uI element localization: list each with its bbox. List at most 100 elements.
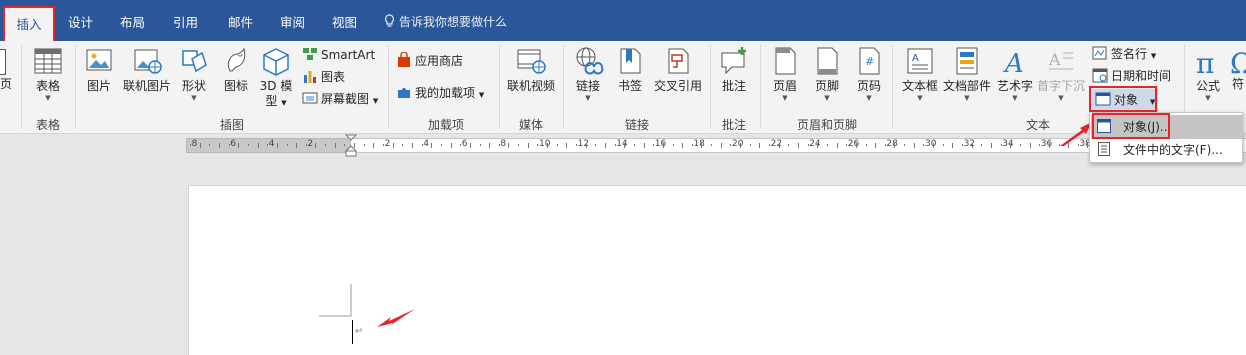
- ruler-tick: [769, 144, 770, 146]
- online-picture-button[interactable]: 联机图片: [120, 45, 174, 94]
- text-box-button[interactable]: A 文本框 ▼: [900, 45, 940, 103]
- store-button[interactable]: 应用商店: [396, 51, 463, 71]
- ruler-tick: [1010, 142, 1012, 148]
- ruler-tick: [296, 142, 298, 148]
- menu-item-text-from-file[interactable]: 文件中的文字(F)...: [1091, 138, 1242, 162]
- tab-review[interactable]: 审阅: [280, 6, 305, 39]
- svg-text:A: A: [912, 53, 919, 64]
- ruler-number: 18: [693, 139, 705, 149]
- paragraph-mark: ↵: [355, 326, 364, 337]
- tab-design[interactable]: 设计: [68, 6, 93, 39]
- tab-insert[interactable]: 插入: [3, 6, 55, 41]
- equation-button[interactable]: π 公式 ▼: [1190, 45, 1226, 103]
- menu-item-object[interactable]: 对象(J)...: [1091, 115, 1242, 139]
- tab-layout[interactable]: 布局: [120, 6, 145, 39]
- chart-button[interactable]: 图表: [302, 67, 345, 87]
- ruler-number: 26: [847, 139, 860, 149]
- shapes-button[interactable]: 形状 ▼: [178, 45, 210, 103]
- tab-view[interactable]: 视图: [332, 6, 357, 39]
- ruler-tick: [884, 144, 886, 146]
- tab-references[interactable]: 引用: [173, 6, 198, 39]
- table-button[interactable]: 表格 ▼: [29, 45, 67, 103]
- picture-button[interactable]: 图片: [82, 45, 116, 94]
- ruler-tick: [894, 142, 896, 148]
- object-button[interactable]: 对象 ▼: [1092, 89, 1159, 111]
- cover-page-button[interactable]: 页: [0, 45, 12, 92]
- symbol-button[interactable]: Ω 符: [1230, 45, 1246, 92]
- ruler-tick: [383, 144, 384, 146]
- drop-cap-button[interactable]: A 首字下沉 ▼: [1036, 45, 1086, 103]
- svg-text:#: #: [865, 55, 874, 68]
- online-video-button[interactable]: 联机视频: [505, 45, 557, 94]
- ruler-tick: [662, 142, 664, 148]
- cube-icon: [260, 45, 292, 77]
- ruler-tick: [923, 144, 925, 146]
- svg-text:A: A: [1003, 49, 1024, 77]
- ruler-tick: [1029, 142, 1031, 148]
- screenshot-button[interactable]: 屏幕截图 ▼: [302, 89, 378, 109]
- link-button[interactable]: 链接 ▼: [570, 45, 606, 103]
- shapes-icon: [178, 45, 210, 77]
- date-time-button[interactable]: 日期和时间: [1092, 66, 1171, 86]
- ruler-tick: [286, 144, 288, 146]
- indent-marker[interactable]: [345, 134, 357, 157]
- online-video-icon: [515, 45, 547, 77]
- drop-cap-icon: A: [1045, 45, 1077, 77]
- ruler-tick: [373, 142, 375, 148]
- group-label-links: 链接: [624, 118, 649, 132]
- screenshot-icon: [302, 90, 318, 106]
- ruler-tick: [672, 144, 674, 146]
- my-addins-button[interactable]: 我的加载项 ▼: [396, 83, 484, 103]
- ruler-tick: [913, 142, 915, 148]
- ruler-tick: [247, 144, 249, 146]
- page-number-button[interactable]: # 页码 ▼: [852, 45, 886, 103]
- ruler-tick: [904, 144, 906, 146]
- 3d-models-button[interactable]: 3D 模 型 ▼: [258, 45, 294, 111]
- wordart-button[interactable]: A 艺术字 ▼: [994, 45, 1036, 103]
- ruler-tick: [807, 144, 809, 146]
- header-button[interactable]: 页眉 ▼: [768, 45, 802, 103]
- ruler-tick: [962, 144, 963, 146]
- ruler-tick: [267, 144, 269, 146]
- header-icon: [769, 45, 801, 77]
- tell-me-box[interactable]: 告诉我你想要做什么: [384, 6, 507, 39]
- signature-line-button[interactable]: 签名行 ▼: [1092, 44, 1156, 64]
- quick-parts-icon: [951, 45, 983, 77]
- ruler-tick: [199, 142, 201, 148]
- ruler-tick: [527, 142, 529, 148]
- quick-parts-button[interactable]: 文档部件 ▼: [942, 45, 992, 103]
- ruler-number: 12: [577, 139, 590, 149]
- ruler-tick: [981, 144, 983, 146]
- ruler-tick: [720, 142, 722, 148]
- cross-reference-button[interactable]: 交叉引用: [652, 45, 704, 94]
- group-label-media: 媒体: [518, 118, 543, 132]
- svg-text:A: A: [1048, 50, 1061, 69]
- ruler-tick: [238, 142, 240, 148]
- ruler-tick: [421, 144, 423, 146]
- footer-button[interactable]: 页脚 ▼: [810, 45, 844, 103]
- smartart-button[interactable]: SmartArt: [302, 45, 375, 65]
- icons-button[interactable]: 图标: [220, 45, 252, 94]
- store-icon: [396, 51, 412, 68]
- comment-button[interactable]: 批注: [716, 45, 752, 94]
- ruler-tick: [325, 144, 327, 146]
- ruler-tick: [576, 144, 577, 146]
- ruler-tick: [402, 144, 404, 146]
- document-lines-icon: [1098, 142, 1110, 156]
- ruler-tick: [431, 142, 433, 148]
- link-icon: [572, 45, 604, 77]
- margin-crop-mark: [319, 284, 352, 317]
- ruler-number: 34: [1002, 139, 1014, 149]
- ruler-tick: [209, 144, 211, 146]
- bookmark-button[interactable]: 书签: [614, 45, 646, 94]
- ruler-number: 16: [654, 139, 667, 149]
- ruler-number: 2: [384, 139, 391, 149]
- ruler-tick: [363, 144, 365, 146]
- tab-mailings[interactable]: 邮件: [228, 6, 253, 39]
- ruler-tick: [1039, 144, 1041, 146]
- ruler-tick: [460, 144, 462, 146]
- ruler-tick: [479, 144, 481, 146]
- ruler-tick: [1048, 142, 1050, 148]
- ruler-tick: [730, 144, 732, 146]
- document-page[interactable]: ↵: [188, 185, 1246, 355]
